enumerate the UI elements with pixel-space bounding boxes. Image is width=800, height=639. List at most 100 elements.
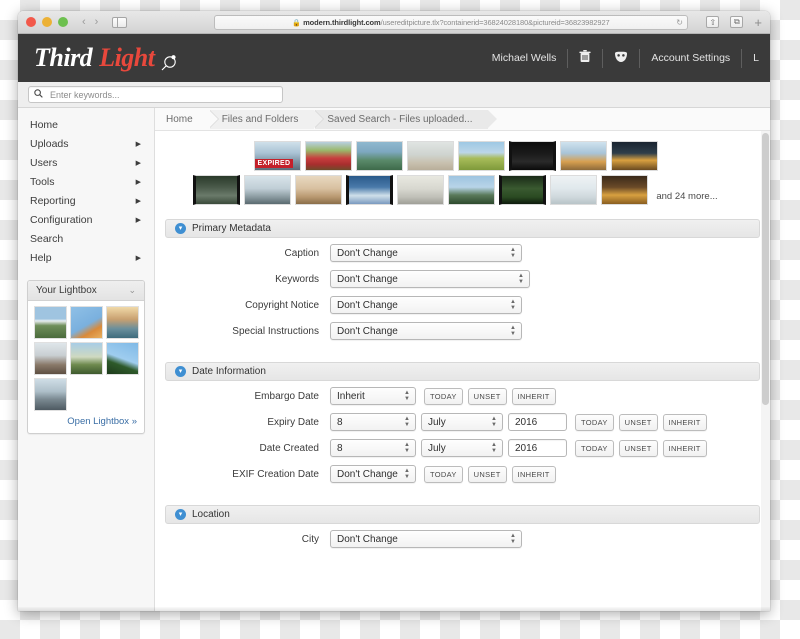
today-button[interactable]: TODAY <box>575 413 614 431</box>
stepper-icon[interactable]: ▲ ▼ <box>518 273 524 285</box>
expiry-day-select[interactable]: 8 ▲ ▼ <box>330 413 416 431</box>
open-lightbox-link[interactable]: Open Lightbox » <box>28 414 144 433</box>
file-thumbnail[interactable] <box>304 141 352 171</box>
lightbox-thumbnail[interactable] <box>34 342 67 375</box>
scrollbar-thumb[interactable] <box>762 133 769 405</box>
keywords-select[interactable]: Don't Change ▲ ▼ <box>330 270 530 288</box>
embargo-date-select[interactable]: Inherit ▲ ▼ <box>330 387 416 405</box>
file-thumbnail[interactable] <box>508 141 556 171</box>
file-thumbnail[interactable] <box>397 175 445 205</box>
file-thumbnail[interactable]: EXPIRED <box>253 141 301 171</box>
lightbox-thumbnail[interactable] <box>106 342 139 375</box>
lightbox-thumbnail[interactable] <box>70 342 103 375</box>
share-icon[interactable]: ⇧ <box>706 16 720 28</box>
search-input[interactable] <box>48 88 277 101</box>
stepper-icon[interactable]: ▲ ▼ <box>404 442 410 454</box>
file-thumbnail[interactable] <box>559 141 607 171</box>
stepper-icon[interactable]: ▲ ▼ <box>510 325 516 337</box>
file-thumbnail[interactable] <box>193 175 241 205</box>
today-button[interactable]: TODAY <box>424 387 463 405</box>
exif-creation-date-select[interactable]: Don't Change ▲ ▼ <box>330 465 416 483</box>
inherit-button[interactable]: INHERIT <box>662 439 707 457</box>
file-thumbnail[interactable] <box>457 141 505 171</box>
stepper-icon[interactable]: ▲ ▼ <box>510 247 516 259</box>
chevron-down-icon[interactable]: ⌄ <box>128 285 136 296</box>
new-tab-icon[interactable]: + <box>754 16 762 29</box>
mask-icon[interactable] <box>603 51 639 66</box>
file-thumbnail[interactable] <box>448 175 496 205</box>
account-settings-link[interactable]: Account Settings <box>640 52 741 64</box>
file-thumbnail[interactable] <box>355 141 403 171</box>
lightbox-thumbnail[interactable] <box>106 306 139 339</box>
chevron-down-circle-icon[interactable]: ▾ <box>175 366 186 377</box>
sidebar-item-home[interactable]: Home <box>18 115 154 134</box>
lightbox-thumbnail[interactable] <box>34 378 67 411</box>
sidebar-item-search[interactable]: Search <box>18 229 154 248</box>
file-thumbnail[interactable] <box>610 141 658 171</box>
minimize-window-button[interactable] <box>42 17 52 27</box>
inherit-button[interactable]: INHERIT <box>511 387 556 405</box>
window-controls[interactable] <box>26 17 68 27</box>
breadcrumb-item-home[interactable]: Home <box>158 109 219 129</box>
copyright-notice-select[interactable]: Don't Change ▲ ▼ <box>330 296 522 314</box>
file-thumbnail[interactable] <box>406 141 454 171</box>
unset-button[interactable]: UNSET <box>467 387 507 405</box>
inherit-button[interactable]: INHERIT <box>511 465 556 483</box>
sidebar-item-help[interactable]: Help ▶ <box>18 248 154 267</box>
file-thumbnail[interactable] <box>244 175 292 205</box>
special-instructions-select[interactable]: Don't Change ▲ ▼ <box>330 322 522 340</box>
sidebar-toggle-icon[interactable] <box>112 16 128 28</box>
lightbox-header[interactable]: Your Lightbox ⌄ <box>28 281 144 301</box>
unset-button[interactable]: UNSET <box>618 413 658 431</box>
stepper-icon[interactable]: ▲ ▼ <box>404 416 410 428</box>
section-header[interactable]: ▾ Primary Metadata <box>165 219 760 238</box>
date-created-year-input[interactable] <box>508 439 567 457</box>
caption-select[interactable]: Don't Change ▲ ▼ <box>330 244 522 262</box>
today-button[interactable]: TODAY <box>424 465 463 483</box>
app-logo[interactable]: Third Light <box>34 43 178 73</box>
section-header[interactable]: ▾ Date Information <box>165 362 760 381</box>
chevron-down-circle-icon[interactable]: ▾ <box>175 509 186 520</box>
address-bar[interactable]: 🔒 modern.thirdlight.com/usereditpicture.… <box>214 15 688 30</box>
sidebar-item-configuration[interactable]: Configuration ▶ <box>18 210 154 229</box>
trash-icon[interactable] <box>568 50 602 66</box>
sidebar-item-reporting[interactable]: Reporting ▶ <box>18 191 154 210</box>
tabs-icon[interactable]: ⧉ <box>730 16 744 28</box>
stepper-icon[interactable]: ▲ ▼ <box>404 390 410 402</box>
date-created-day-select[interactable]: 8 ▲ ▼ <box>330 439 416 457</box>
back-icon[interactable]: ‹ <box>82 16 86 28</box>
inherit-button[interactable]: INHERIT <box>662 413 707 431</box>
stepper-icon[interactable]: ▲ ▼ <box>510 299 516 311</box>
lightbox-thumbnail[interactable] <box>70 306 103 339</box>
unset-button[interactable]: UNSET <box>467 465 507 483</box>
unset-button[interactable]: UNSET <box>618 439 658 457</box>
file-thumbnail[interactable] <box>601 175 649 205</box>
date-created-month-select[interactable]: July ▲ ▼ <box>421 439 503 457</box>
file-thumbnail[interactable] <box>346 175 394 205</box>
sidebar-item-users[interactable]: Users ▶ <box>18 153 154 172</box>
sidebar-item-tools[interactable]: Tools ▶ <box>18 172 154 191</box>
stepper-icon[interactable]: ▲ ▼ <box>510 533 516 545</box>
breadcrumb-item-saved-search[interactable]: Saved Search - Files uploaded... <box>315 109 498 129</box>
expiry-year-input[interactable] <box>508 413 567 431</box>
expiry-month-select[interactable]: July ▲ ▼ <box>421 413 503 431</box>
today-button[interactable]: TODAY <box>575 439 614 457</box>
stepper-icon[interactable]: ▲ ▼ <box>404 468 410 480</box>
section-header[interactable]: ▾ Location <box>165 505 760 524</box>
city-select[interactable]: Don't Change ▲ ▼ <box>330 530 522 548</box>
file-thumbnail[interactable] <box>295 175 343 205</box>
sidebar-item-uploads[interactable]: Uploads ▶ <box>18 134 154 153</box>
reload-icon[interactable]: ↻ <box>676 18 683 27</box>
chevron-down-circle-icon[interactable]: ▾ <box>175 223 186 234</box>
lightbox-thumbnail[interactable] <box>34 306 67 339</box>
stepper-icon[interactable]: ▲ ▼ <box>491 416 497 428</box>
stepper-icon[interactable]: ▲ ▼ <box>491 442 497 454</box>
browser-nav-buttons[interactable]: ‹ › <box>82 16 98 28</box>
file-thumbnail[interactable] <box>499 175 547 205</box>
file-thumbnail[interactable] <box>550 175 598 205</box>
logout-link[interactable]: L <box>742 52 770 64</box>
close-window-button[interactable] <box>26 17 36 27</box>
maximize-window-button[interactable] <box>58 17 68 27</box>
forward-icon[interactable]: › <box>95 16 99 28</box>
search-box[interactable] <box>28 86 283 103</box>
